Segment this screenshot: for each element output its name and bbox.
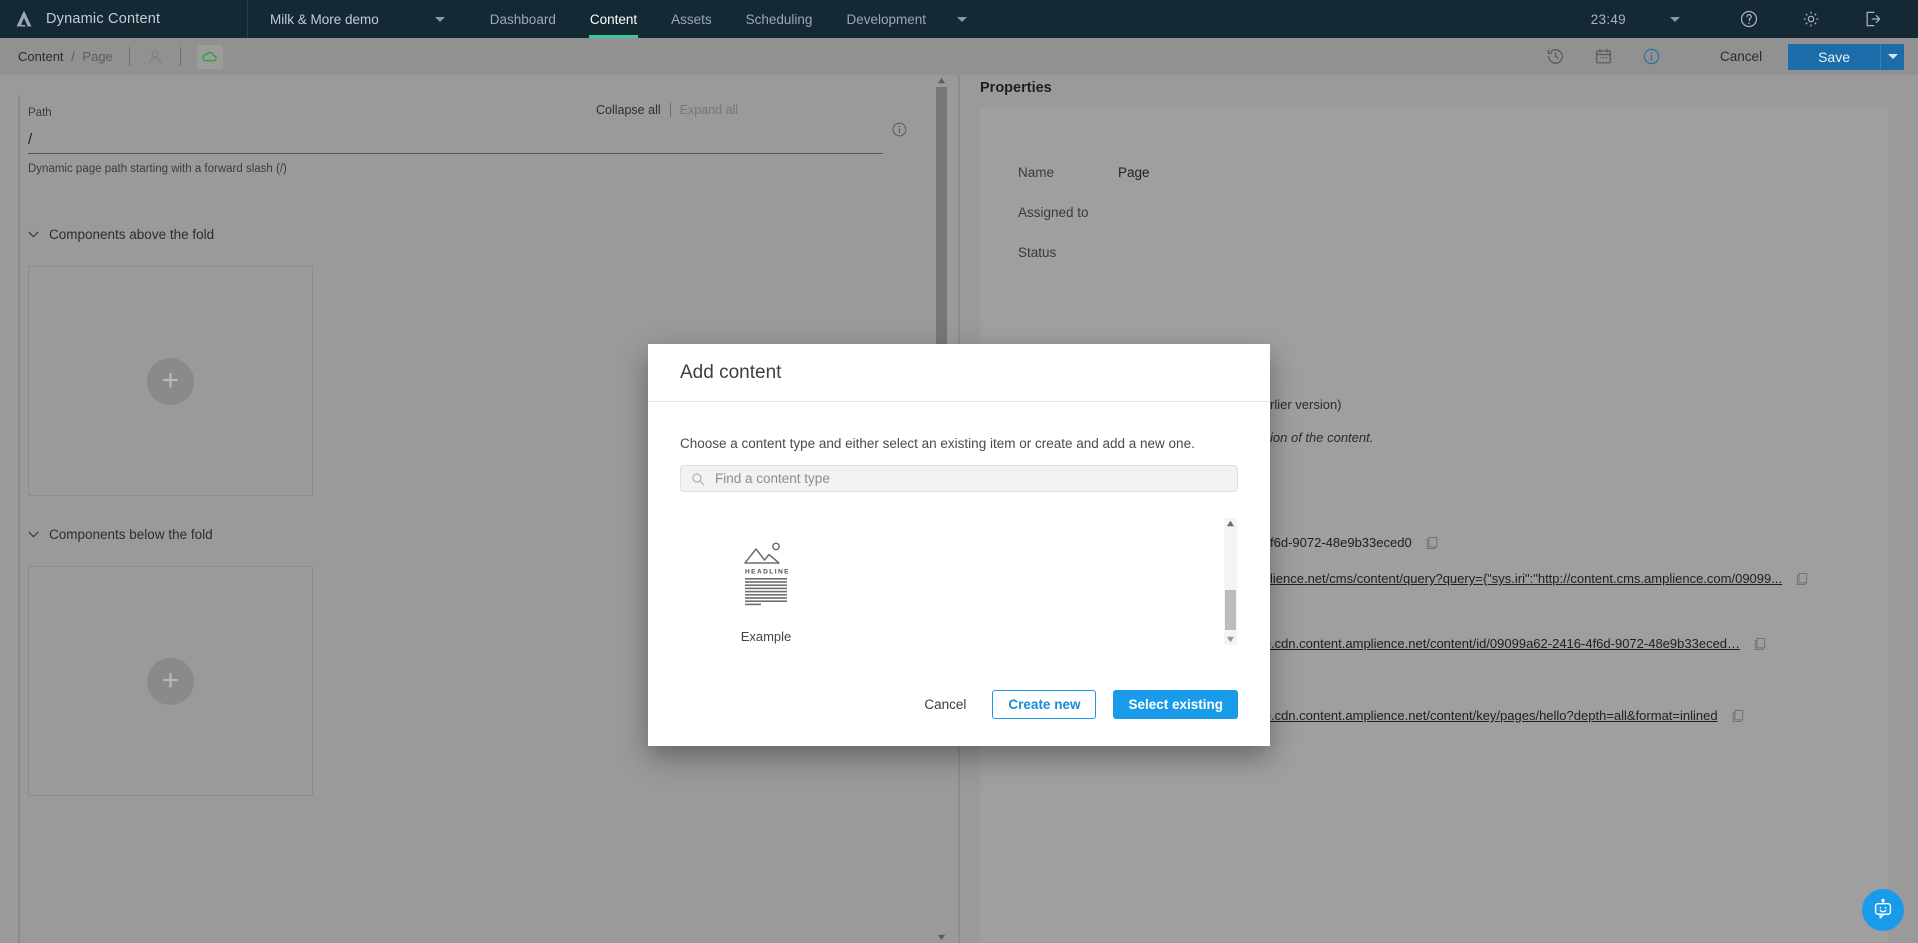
search-input[interactable]: Find a content type [715, 471, 830, 486]
nav-item-dashboard[interactable]: Dashboard [473, 0, 573, 38]
content-type-search[interactable]: Find a content type [680, 465, 1238, 492]
breadcrumb-root[interactable]: Content [18, 49, 64, 64]
scroll-down-arrow-icon[interactable] [1226, 635, 1235, 644]
breadcrumb: Content / Page [18, 49, 113, 64]
gear-icon[interactable] [1800, 8, 1822, 30]
breadcrumb-separator: / [71, 49, 75, 64]
clock-display: 23:49 [1590, 11, 1626, 27]
content-type-list: HEADLINE Example [680, 533, 1238, 665]
dialog-cancel-button[interactable]: Cancel [924, 697, 966, 712]
top-navigation-bar: Dynamic Content Milk & More demo Dashboa… [0, 0, 1918, 38]
assignee-icon[interactable] [146, 47, 164, 67]
editor-toolbar: Content / Page Cancel Save [0, 38, 1918, 75]
workspace: Collapse all Expand all Path / Dynamic p… [0, 75, 1918, 943]
nav-overflow-chevron-down-icon[interactable] [943, 0, 981, 38]
version-history-icon[interactable] [1546, 47, 1566, 67]
scroll-up-arrow-icon[interactable] [1226, 519, 1235, 528]
help-circle-icon[interactable] [1738, 8, 1760, 30]
list-scroll-thumb[interactable] [1225, 590, 1236, 630]
clock-chevron-down-icon[interactable] [1670, 16, 1680, 22]
content-type-thumbnail: HEADLINE [710, 533, 822, 611]
breadcrumb-current: Page [82, 49, 113, 64]
toolbar-divider-1 [128, 47, 130, 66]
dialog-body: Choose a content type and either select … [648, 436, 1270, 645]
nav-item-assets[interactable]: Assets [654, 0, 729, 38]
content-type-name: Example [740, 629, 792, 644]
publish-cloud-icon[interactable] [196, 44, 223, 69]
sign-out-icon[interactable] [1862, 8, 1884, 30]
nav-item-scheduling[interactable]: Scheduling [729, 0, 830, 38]
dialog-title: Add content [680, 361, 782, 383]
primary-nav: Dashboard Content Assets Scheduling Deve… [473, 0, 981, 38]
app-root: Dynamic Content Milk & More demo Dashboa… [0, 0, 1918, 943]
cancel-button[interactable]: Cancel [1720, 49, 1762, 64]
toolbar-divider-2 [179, 47, 181, 66]
content-type-card-example[interactable]: HEADLINE Example [710, 533, 822, 644]
dialog-header: Add content [648, 344, 1270, 402]
brand-title: Dynamic Content [46, 11, 161, 27]
info-icon[interactable] [1642, 47, 1662, 67]
nav-item-development[interactable]: Development [829, 0, 943, 38]
chevron-down-icon [434, 16, 445, 22]
editor-toolbar-actions: Cancel Save [1532, 43, 1918, 70]
content-type-list-scrollbar[interactable] [1224, 518, 1237, 645]
create-new-button[interactable]: Create new [992, 689, 1097, 719]
nav-item-content[interactable]: Content [573, 0, 654, 38]
hub-selector[interactable]: Milk & More demo [248, 0, 459, 38]
select-existing-button[interactable]: Select existing [1113, 689, 1238, 719]
dialog-footer: Cancel Create new Select existing [648, 662, 1270, 746]
brand-area[interactable]: Dynamic Content [0, 0, 248, 38]
add-content-dialog: Add content Choose a content type and ei… [648, 344, 1270, 746]
search-icon [692, 472, 705, 485]
schedule-icon[interactable] [1594, 47, 1614, 67]
top-nav-right: 23:49 [1591, 0, 1918, 38]
headline-placeholder-icon: HEADLINE [744, 542, 790, 606]
svg-text:HEADLINE: HEADLINE [745, 569, 790, 576]
save-button[interactable]: Save [1788, 43, 1880, 70]
save-options-chevron-down-icon[interactable] [1880, 43, 1904, 70]
hub-name: Milk & More demo [270, 11, 379, 27]
amplience-logo-icon [16, 10, 32, 27]
dialog-description: Choose a content type and either select … [680, 436, 1195, 451]
